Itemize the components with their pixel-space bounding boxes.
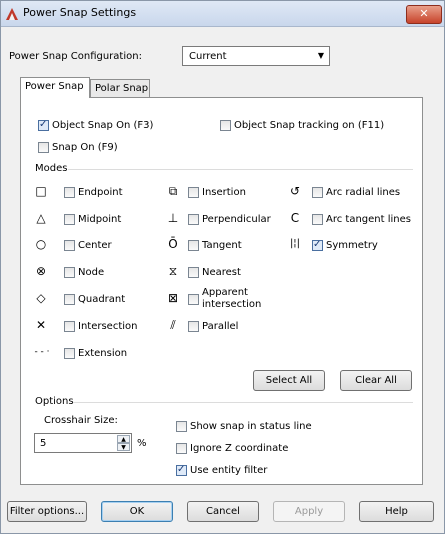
perpendicular-icon: ⊥ [167,211,179,225]
tab-panel-power-snap: Object Snap On (F3) Object Snap tracking… [20,97,423,485]
tab-power-snap-label: Power Snap [25,81,84,92]
use-entity-filter-checkbox[interactable] [176,464,187,476]
apparent-intersection-label: Apparent intersection [202,287,262,310]
nearest-label: Nearest [202,267,241,278]
ignore-z-label: Ignore Z coordinate [190,443,289,454]
arc-radial-lines-icon: ↺ [289,184,301,198]
parallel-label: Parallel [202,321,239,332]
arc-tangent-lines-label: Arc tangent lines [326,214,411,225]
insertion-checkbox[interactable] [188,187,199,198]
config-value: Current [189,51,227,62]
filter-options-button[interactable]: Filter options... [7,501,87,522]
cancel-button[interactable]: Cancel [187,501,259,522]
arc-tangent-lines-icon: C [290,211,300,225]
power-snap-settings-dialog: Power Snap Settings ✕ Power Snap Configu… [0,0,445,534]
modes-separator [68,169,413,170]
chevron-down-icon: ▼ [317,51,324,60]
config-label: Power Snap Configuration: [9,51,142,62]
extension-icon: - - · [34,347,50,357]
quadrant-label: Quadrant [78,294,126,305]
object-snap-label: Object Snap On (F3) [52,120,154,131]
snap-on-checkbox[interactable] [38,142,49,153]
app-icon [6,8,18,20]
arc-radial-lines-label: Arc radial lines [326,187,401,198]
symmetry-label: Symmetry [326,240,378,251]
symmetry-checkbox[interactable] [312,239,323,251]
extension-label: Extension [78,348,128,359]
perpendicular-checkbox[interactable] [188,214,199,225]
apply-button[interactable]: Apply [273,501,345,522]
window-title: Power Snap Settings [23,6,137,19]
tangent-icon: Ō [168,237,178,251]
object-snap-checkbox[interactable] [38,119,49,131]
tab-power-snap[interactable]: Power Snap [20,77,90,98]
intersection-checkbox[interactable] [64,321,75,332]
clear-all-button[interactable]: Clear All [340,370,412,391]
show-snap-status-label: Show snap in status line [190,421,312,432]
insertion-label: Insertion [202,187,246,198]
endpoint-label: Endpoint [78,187,123,198]
modes-header: Modes [35,163,68,174]
arc-tangent-lines-checkbox[interactable] [312,214,323,225]
midpoint-icon: △ [36,211,46,225]
parallel-checkbox[interactable] [188,321,199,332]
nearest-checkbox[interactable] [188,267,199,278]
intersection-label: Intersection [78,321,138,332]
use-entity-filter-label: Use entity filter [190,465,268,476]
close-button[interactable]: ✕ [406,5,442,24]
object-snap-tracking-checkbox[interactable] [220,120,231,131]
help-button[interactable]: Help [359,501,434,522]
apparent-intersection-icon: ⊠ [167,291,179,305]
options-separator [73,402,413,403]
options-header: Options [35,396,74,407]
tangent-checkbox[interactable] [188,240,199,251]
spin-down-icon[interactable]: ▼ [117,443,130,451]
nearest-icon: ⧖ [168,264,178,278]
object-snap-tracking-label: Object Snap tracking on (F11) [234,120,385,131]
node-label: Node [78,267,105,278]
crosshair-unit: % [137,438,147,449]
center-icon: ○ [35,237,47,251]
midpoint-checkbox[interactable] [64,214,75,225]
close-icon: ✕ [419,7,429,20]
crosshair-size-label: Crosshair Size: [44,415,118,426]
midpoint-label: Midpoint [78,214,122,225]
extension-checkbox[interactable] [64,348,75,359]
endpoint-checkbox[interactable] [64,187,75,198]
arc-radial-lines-checkbox[interactable] [312,187,323,198]
title-bar[interactable]: Power Snap Settings ✕ [1,1,444,27]
crosshair-size-spinner[interactable]: 5 ▲ ▼ [34,433,132,453]
tab-polar-snap[interactable]: Polar Snap [90,79,150,97]
node-checkbox[interactable] [64,267,75,278]
ignore-z-checkbox[interactable] [176,443,187,454]
crosshair-size-value: 5 [40,438,47,449]
spin-up-icon[interactable]: ▲ [117,435,130,443]
insertion-icon: ⧉ [168,184,178,198]
center-checkbox[interactable] [64,240,75,251]
tangent-label: Tangent [202,240,242,251]
quadrant-checkbox[interactable] [64,294,75,305]
node-icon: ⊗ [35,264,47,278]
ok-button[interactable]: OK [101,501,173,522]
perpendicular-label: Perpendicular [202,214,271,225]
intersection-icon: ✕ [35,318,47,332]
tab-polar-snap-label: Polar Snap [95,83,149,94]
symmetry-icon: |¦| [289,238,301,249]
endpoint-icon: □ [35,184,47,198]
center-label: Center [78,240,112,251]
show-snap-status-checkbox[interactable] [176,421,187,432]
parallel-icon: ⫽ [170,318,176,332]
apparent-intersection-checkbox[interactable] [188,294,199,305]
select-all-button[interactable]: Select All [253,370,325,391]
quadrant-icon: ◇ [36,291,46,305]
snap-on-label: Snap On (F9) [52,142,118,153]
config-dropdown[interactable]: Current ▼ [182,46,330,66]
